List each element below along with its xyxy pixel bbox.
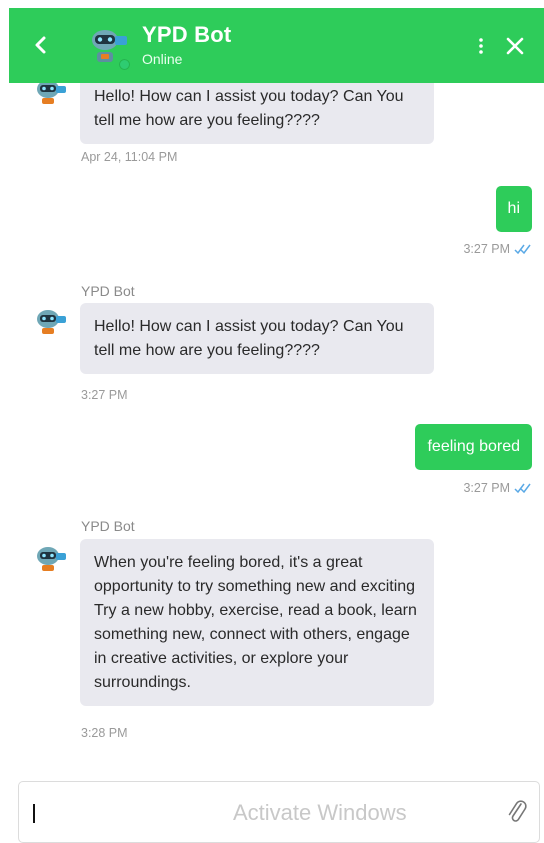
message-composer: Activate Windows	[18, 781, 540, 843]
sender-name: YPD Bot	[81, 283, 135, 299]
chat-title: YPD Bot	[142, 22, 232, 47]
chevron-left-icon[interactable]	[27, 30, 55, 60]
message-status: 3:27 PM	[463, 242, 532, 256]
bot-message-bubble: When you're feeling bored, it's a great …	[80, 539, 434, 706]
more-vertical-icon[interactable]	[471, 32, 491, 60]
double-check-icon	[514, 483, 531, 494]
message-timestamp: 3:27 PM	[81, 388, 128, 402]
user-message-bubble: hi	[495, 186, 532, 232]
user-message-bubble: feeling bored	[415, 424, 532, 470]
close-icon[interactable]	[504, 35, 526, 57]
message-input[interactable]	[39, 792, 483, 830]
chat-header: YPD Bot Online	[9, 8, 544, 83]
bot-avatar-icon	[37, 547, 66, 571]
bot-message-bubble: Hello! How can I assist you today? Can Y…	[80, 303, 434, 374]
message-timestamp: 3:27 PM	[463, 481, 510, 495]
online-status-dot	[117, 57, 132, 72]
paperclip-icon[interactable]	[505, 798, 529, 826]
message-timestamp: Apr 24, 11:04 PM	[81, 150, 178, 164]
text-caret	[33, 804, 35, 823]
message-list[interactable]: Hello! How can I assist you today? Can Y…	[0, 0, 544, 760]
message-timestamp: 3:27 PM	[463, 242, 510, 256]
message-timestamp: 3:28 PM	[81, 726, 128, 740]
sender-name: YPD Bot	[81, 518, 135, 534]
message-status: 3:27 PM	[463, 481, 532, 495]
chat-status: Online	[142, 51, 183, 67]
bot-message-bubble: Hello! How can I assist you today? Can Y…	[80, 73, 434, 144]
double-check-icon	[514, 244, 531, 255]
bot-avatar-icon	[37, 310, 66, 334]
